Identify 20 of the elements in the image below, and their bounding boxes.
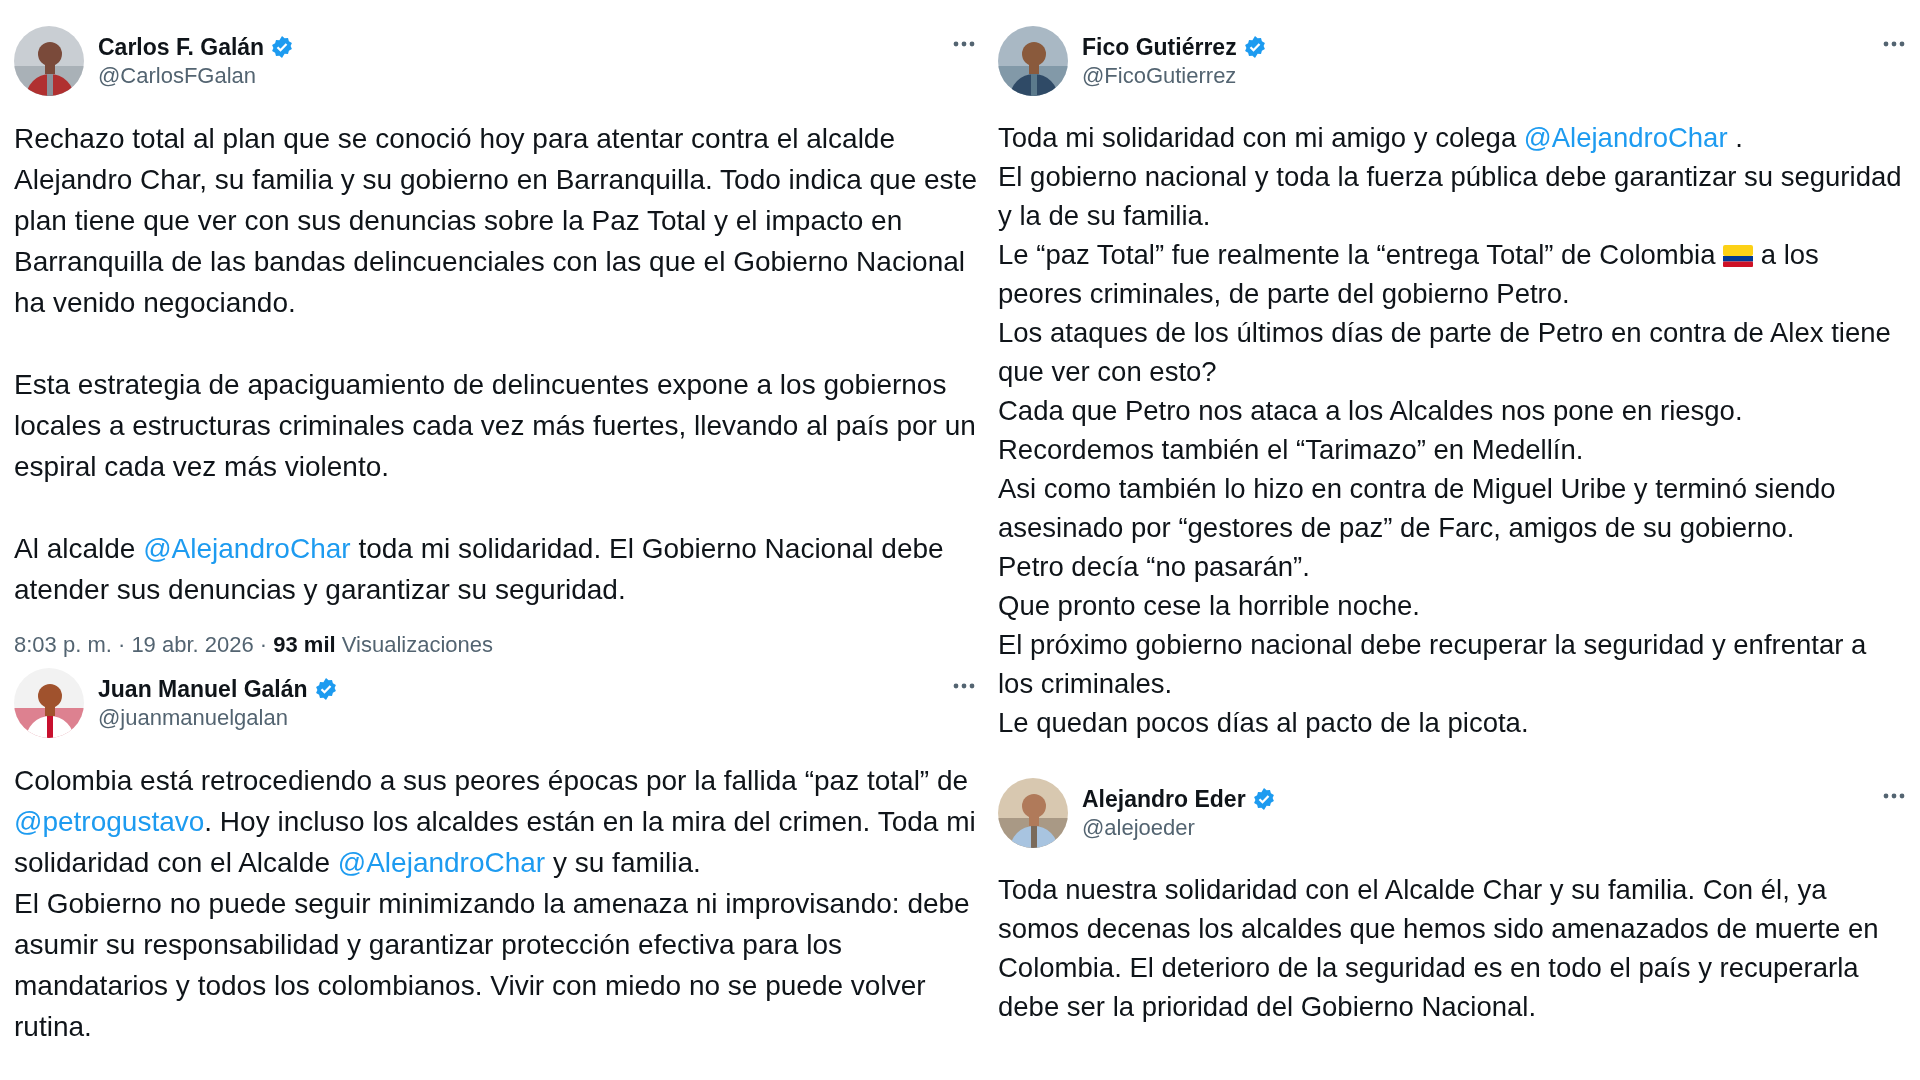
author-name[interactable]: Alejandro Eder bbox=[1082, 785, 1246, 813]
tweet-text: Al alcalde @AlejandroChar toda mi solidaridad. El Gobierno Nacional debe atender sus denuncias y garantizar su seguridad. bbox=[14, 532, 945, 607]
tweet-text: Esta estrategia de apaciguamiento de delincuentes expone a los gobiernos locales a estructuras criminales cada vez más fuertes, llevando al país por un espiral cada vez más violento. bbox=[14, 368, 977, 484]
tweet-text: Toda nuestra solidaridad con el Alcalde Char y su familia. Con él, ya somos decenas los alcaldes que hemos sido amenazados de muerte en Colombia. El deterioro de la seguridad es en todo el país y recuperarla debe ser la prioridad del Gobierno Nacional. bbox=[998, 873, 1880, 1024]
author-handle[interactable]: @CarlosFGalan bbox=[98, 62, 938, 89]
author-name[interactable]: Juan Manuel Galán bbox=[98, 675, 308, 703]
tweet-text: Rechazo total al plan que se conoció hoy para atentar contra el alcalde Alejandro Char, su familia y su gobierno en Barranquilla. Todo indica que este plan tiene que ver con sus denuncias sobre la Paz Total y el impacto en Barranquilla de las bandas delincuenciales con las que el Gobierno Nacional ha venido negociando. bbox=[14, 122, 978, 320]
author-name[interactable]: Fico Gutiérrez bbox=[1082, 33, 1237, 61]
more-icon[interactable] bbox=[1882, 792, 1906, 800]
author-handle[interactable]: @juanmanuelgalan bbox=[98, 704, 938, 731]
flag-icon bbox=[1723, 245, 1754, 267]
author-handle[interactable]: @FicoGutierrez bbox=[1082, 62, 1868, 89]
tweet-text: Colombia está retrocediendo a sus peores épocas por la fallida “paz total” de @petrogustavo. Hoy incluso los alcaldes están en la mira del crimen. Toda mi solidaridad con el Alcalde @AlejandroChar y su familia. El Gobierno no puede seguir minimizando la amenaza ni improvisando: debe asumir su responsabilidad y garantizar protección efectiva para los mandatarios y todos los colombianos. Vivir con miedo no se puede volver rutina. bbox=[14, 764, 977, 1044]
more-icon[interactable] bbox=[1882, 40, 1906, 48]
more-icon[interactable] bbox=[952, 40, 976, 48]
tweet-meta: 8:03 p. m. · 19 abr. 2026 · 93 mil Visualizaciones bbox=[14, 632, 494, 658]
author-name[interactable]: Carlos F. Galán bbox=[98, 33, 265, 61]
more-icon[interactable] bbox=[952, 682, 976, 690]
tweet-text: Toda mi solidaridad con mi amigo y colega @AlejandroChar . El gobierno nacional y toda la fuerza pública debe garantizar su seguridad y la de su familia. Le “paz Total” fue realmente la “entrega Total” de Colombia a los peores criminales, de parte del gobierno Petro. Los ataques de los últimos días de parte de Petro en contra de Alex tiene que ver con esto? Cada que Petro nos ataca a los Alcaldes nos pone en riesgo. Recordemos también el “Tarimazo” en Medellín. Asi como también lo hizo en contra de Miguel Uribe y terminó siendo asesinado por “gestores de paz” de Farc, amigos de su gobierno. Petro decía “no pasarán”. Que pronto cese la horrible noche. El próximo gobierno nacional debe recuperar la seguridad y enfrentar a los criminales. Le quedan pocos días al pacto de la picota. bbox=[998, 121, 1903, 740]
author-handle[interactable]: @alejoeder bbox=[1082, 814, 1868, 841]
